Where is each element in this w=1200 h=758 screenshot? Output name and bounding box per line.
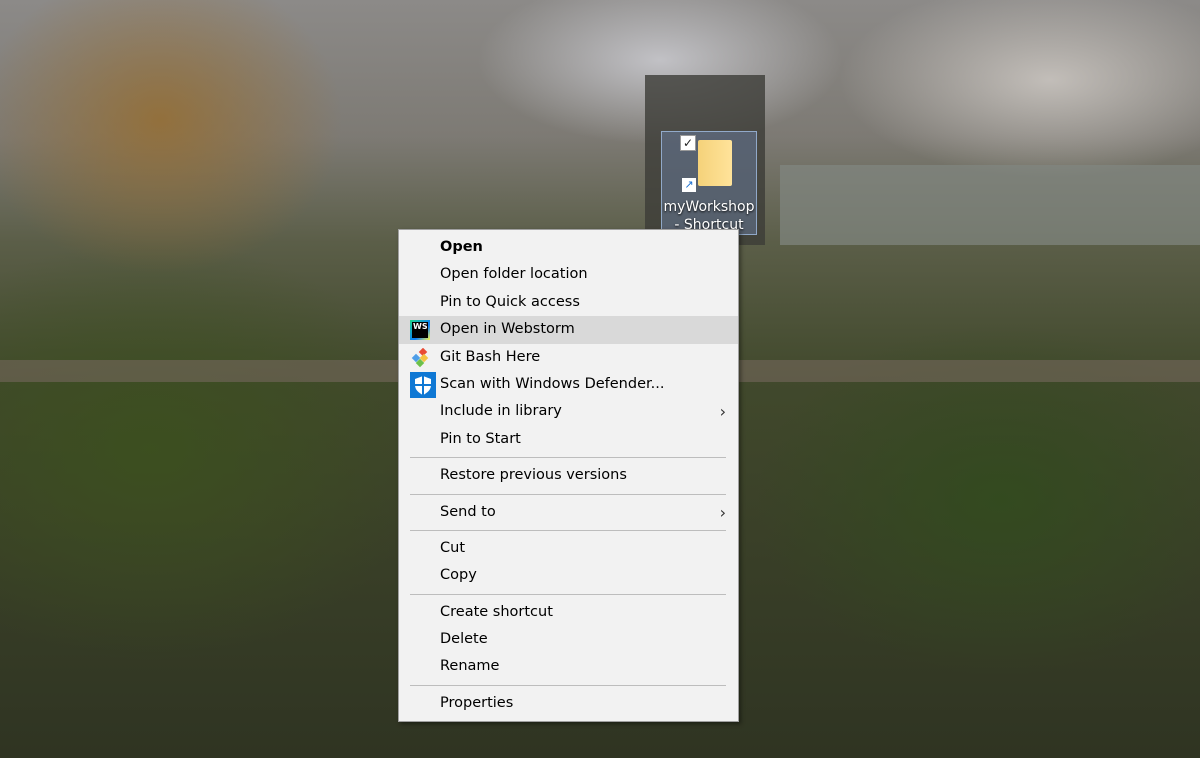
menu-item-pin-to-start[interactable]: Pin to Start — [399, 426, 738, 453]
menu-label: Rename — [440, 658, 500, 675]
menu-separator — [410, 684, 726, 686]
menu-separator — [410, 529, 726, 531]
menu-item-open-folder-location[interactable]: Open folder location — [399, 261, 738, 288]
menu-label: Pin to Quick access — [440, 293, 580, 310]
webstorm-icon: WS — [410, 320, 430, 341]
menu-item-cut[interactable]: Cut — [399, 535, 738, 562]
menu-separator — [410, 493, 726, 495]
menu-label: Copy — [440, 567, 477, 584]
selection-checkbox[interactable]: ✓ — [680, 135, 696, 151]
webstorm-icon-text: WS — [412, 322, 428, 339]
chevron-right-icon: › — [719, 502, 726, 522]
menu-label: Open folder location — [440, 266, 588, 283]
chevron-right-icon: › — [719, 402, 726, 422]
git-icon — [410, 347, 430, 368]
menu-label: Open in Webstorm — [440, 321, 575, 338]
folder-icon — [698, 140, 732, 186]
shortcut-arrow-icon: ↗ — [682, 178, 696, 192]
defender-shield-icon — [410, 371, 436, 398]
menu-label: Scan with Windows Defender... — [440, 375, 665, 392]
context-menu: Open Open folder location Pin to Quick a… — [398, 229, 739, 722]
menu-label: Properties — [440, 694, 514, 711]
menu-label: Create shortcut — [440, 603, 553, 620]
menu-item-git-bash-here[interactable]: Git Bash Here — [399, 344, 738, 371]
menu-label: Delete — [440, 631, 488, 648]
menu-label: Send to — [440, 503, 496, 520]
menu-item-include-in-library[interactable]: Include in library › — [399, 398, 738, 425]
menu-item-properties[interactable]: Properties — [399, 690, 738, 717]
menu-item-copy[interactable]: Copy — [399, 562, 738, 589]
menu-separator — [410, 457, 726, 459]
menu-item-pin-quick-access[interactable]: Pin to Quick access — [399, 289, 738, 316]
menu-item-open[interactable]: Open — [399, 234, 738, 261]
desktop-shortcut-myworkshop[interactable]: ✓ ↗ myWorkshop - Shortcut — [661, 131, 757, 235]
menu-item-rename[interactable]: Rename — [399, 653, 738, 680]
menu-item-scan-defender[interactable]: Scan with Windows Defender... — [399, 371, 738, 398]
menu-label: Include in library — [440, 403, 562, 420]
wallpaper-dam — [780, 165, 1200, 245]
menu-separator — [410, 593, 726, 595]
menu-label: Restore previous versions — [440, 467, 627, 484]
menu-item-create-shortcut[interactable]: Create shortcut — [399, 599, 738, 626]
menu-label: Open — [440, 239, 483, 255]
menu-item-delete[interactable]: Delete — [399, 626, 738, 653]
menu-label: Pin to Start — [440, 430, 521, 447]
menu-item-send-to[interactable]: Send to › — [399, 499, 738, 526]
menu-label: Git Bash Here — [440, 348, 541, 365]
menu-label: Cut — [440, 539, 465, 556]
menu-item-restore-previous-versions[interactable]: Restore previous versions — [399, 462, 738, 489]
menu-item-open-in-webstorm[interactable]: WS Open in Webstorm — [399, 316, 738, 344]
